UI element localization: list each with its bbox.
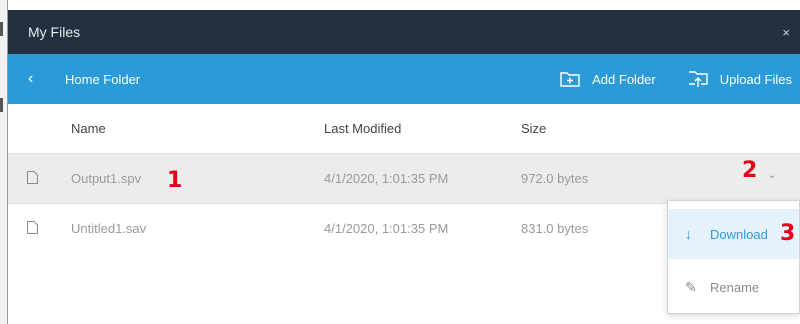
- pencil-icon: ✎: [685, 278, 697, 295]
- file-last-modified: 4/1/2020, 1:01:35 PM: [324, 221, 449, 236]
- add-folder-button[interactable]: Add Folder: [560, 71, 656, 87]
- file-last-modified: 4/1/2020, 1:01:35 PM: [324, 171, 449, 186]
- my-files-dialog: My Files × ‹ Home Folder Add Folder Uplo…: [8, 10, 800, 324]
- folder-navbar: ‹ Home Folder Add Folder Upload Files: [8, 54, 800, 104]
- close-icon[interactable]: ×: [782, 25, 790, 40]
- navbar-actions: Add Folder Upload Files: [560, 54, 800, 104]
- annotation-marker-3: 3: [780, 221, 796, 246]
- file-name[interactable]: Untitled1.sav: [71, 221, 146, 236]
- rename-menu-item[interactable]: ✎ Rename: [668, 262, 799, 312]
- dialog-title: My Files: [28, 24, 81, 40]
- column-header-name[interactable]: Name: [71, 121, 106, 136]
- file-size: 831.0 bytes: [521, 221, 589, 236]
- row-menu-chevron-icon[interactable]: ⌄: [768, 170, 776, 181]
- upload-files-label: Upload Files: [719, 71, 792, 87]
- back-arrow-icon[interactable]: ‹: [28, 70, 48, 88]
- file-table-header: Name Last Modified Size: [8, 104, 800, 154]
- upload-files-button[interactable]: Upload Files: [688, 70, 792, 88]
- annotation-marker-1: 1: [167, 168, 183, 193]
- rename-label: Rename: [710, 279, 760, 295]
- upload-files-icon: [688, 71, 708, 87]
- background-mark: [0, 22, 3, 36]
- file-size: 972.0 bytes: [521, 171, 589, 186]
- download-label: Download: [710, 226, 768, 242]
- dialog-titlebar: My Files ×: [8, 10, 800, 54]
- add-folder-label: Add Folder: [592, 71, 656, 87]
- background-window-edge: [0, 0, 8, 324]
- file-context-menu: ↓ Download ✎ Rename: [667, 200, 800, 314]
- file-name[interactable]: Output1.spv: [71, 171, 141, 186]
- download-arrow-icon: ↓: [685, 226, 692, 242]
- file-icon: [27, 221, 38, 234]
- annotation-marker-2: 2: [742, 158, 758, 183]
- table-row[interactable]: Output1.spv 4/1/2020, 1:01:35 PM 972.0 b…: [8, 154, 800, 204]
- column-header-size[interactable]: Size: [521, 121, 546, 136]
- file-icon: [27, 171, 38, 184]
- background-mark: [0, 98, 3, 112]
- add-folder-icon: [560, 72, 580, 87]
- breadcrumb-home-folder[interactable]: Home Folder: [65, 72, 140, 87]
- column-header-last-modified[interactable]: Last Modified: [324, 121, 401, 136]
